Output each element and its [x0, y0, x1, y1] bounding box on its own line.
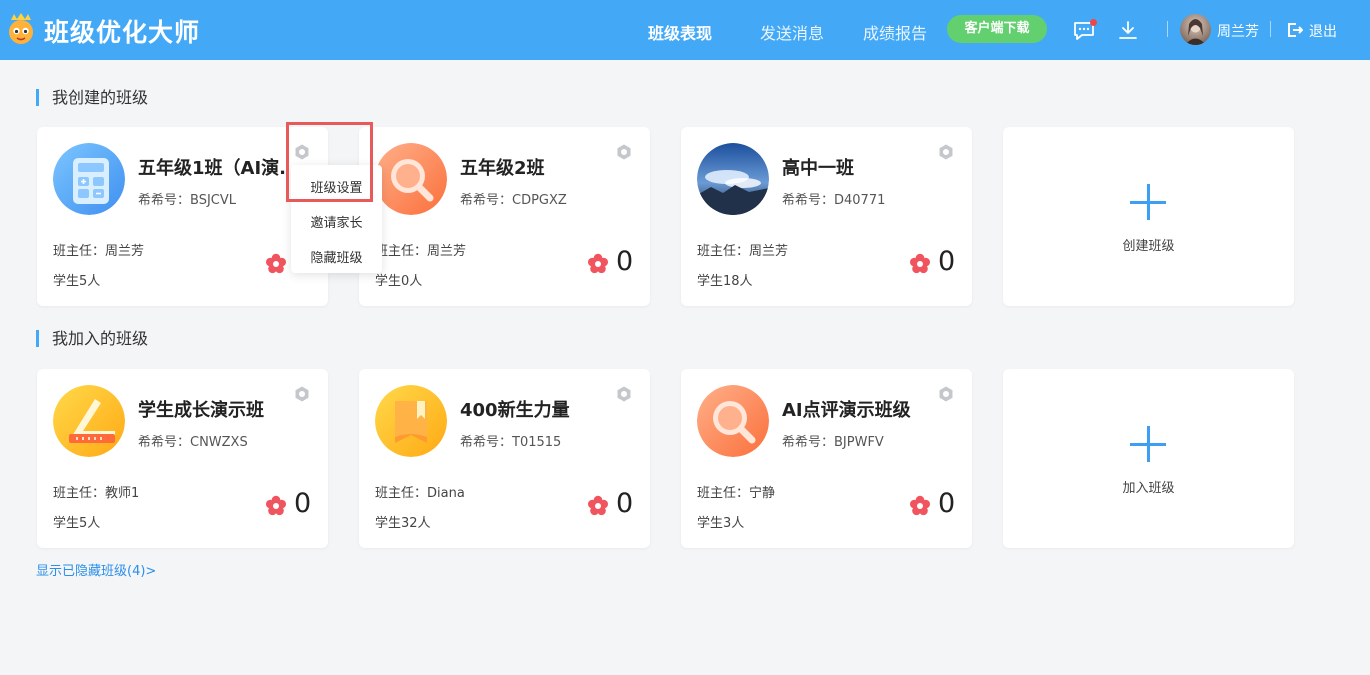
logo-icon — [9, 13, 33, 44]
class-card[interactable]: 高中一班 希希号：D40771 班主任：周兰芳 学生18人 0 — [681, 127, 972, 306]
class-score: 0 — [938, 488, 956, 519]
flower-icon — [266, 253, 286, 274]
menu-item-hide-class[interactable]: 隐藏班级 — [291, 247, 382, 266]
class-teacher: 班主任：周兰芳 — [697, 244, 789, 259]
calculator-icon — [53, 143, 125, 215]
magnifier-icon — [697, 385, 769, 457]
class-code: 希希号：CNWZXS — [138, 435, 248, 450]
landscape-photo — [697, 143, 769, 215]
logout-icon[interactable] — [1286, 21, 1304, 39]
class-name: 400新生力量 — [460, 400, 570, 421]
create-class-label: 创建班级 — [1122, 239, 1175, 254]
class-teacher: 班主任：周兰芳 — [375, 244, 467, 259]
class-card[interactable]: 五年级2班 希希号：CDPGXZ 班主任：周兰芳 学生0人 0 — [359, 127, 650, 306]
class-student-count: 学生5人 — [53, 274, 101, 289]
header-divider — [1270, 21, 1271, 37]
show-hidden-classes-link[interactable]: 显示已隐藏班级(4)> — [36, 560, 156, 579]
settings-gear-icon[interactable] — [615, 143, 633, 161]
class-score: 0 — [616, 488, 634, 519]
user-name[interactable]: 周兰芳 — [1217, 21, 1259, 41]
nav-class-performance[interactable]: 班级表现 — [648, 20, 712, 44]
class-student-count: 学生0人 — [375, 274, 423, 289]
flower-icon — [266, 495, 286, 516]
class-teacher: 班主任：周兰芳 — [53, 244, 145, 259]
join-class-label: 加入班级 — [1122, 481, 1175, 496]
class-student-count: 学生18人 — [697, 274, 753, 289]
class-student-count: 学生3人 — [697, 516, 745, 531]
ruler-icon — [53, 385, 125, 457]
class-card[interactable]: 学生成长演示班 希希号：CNWZXS 班主任：教师1 学生5人 0 — [37, 369, 328, 548]
class-code: 希希号：CDPGXZ — [460, 193, 567, 208]
class-code: 希希号：BSJCVL — [138, 193, 236, 208]
joined-classes-title: 我加入的班级 — [36, 330, 148, 347]
menu-item-invite-parents[interactable]: 邀请家长 — [291, 212, 382, 231]
class-student-count: 学生32人 — [375, 516, 431, 531]
settings-gear-icon[interactable] — [293, 385, 311, 403]
class-teacher: 班主任：教师1 — [53, 486, 140, 501]
class-name: 学生成长演示班 — [138, 400, 264, 421]
created-classes-title: 我创建的班级 — [36, 89, 148, 106]
top-header: 班级优化大师 班级表现 发送消息 成绩报告 客户端下载 周兰芳 退出 — [0, 0, 1370, 60]
nav-grade-report[interactable]: 成绩报告 — [863, 20, 927, 44]
class-student-count: 学生5人 — [53, 516, 101, 531]
settings-gear-icon[interactable] — [615, 385, 633, 403]
class-teacher: 班主任：宁静 — [697, 486, 776, 501]
download-icon[interactable] — [1116, 18, 1140, 42]
class-score: 0 — [616, 246, 634, 277]
class-score: 0 — [294, 488, 312, 519]
logout-button[interactable]: 退出 — [1309, 21, 1337, 41]
settings-gear-icon[interactable] — [937, 143, 955, 161]
user-avatar[interactable] — [1180, 14, 1211, 45]
nav-send-message[interactable]: 发送消息 — [760, 20, 824, 44]
flower-icon — [588, 495, 608, 516]
create-class-card[interactable]: 创建班级 — [1003, 127, 1294, 306]
flower-icon — [910, 253, 930, 274]
plus-icon — [1130, 184, 1166, 220]
class-code: 希希号：T01515 — [460, 435, 562, 450]
magnifier-icon — [375, 143, 447, 215]
plus-icon — [1130, 426, 1166, 462]
class-card[interactable]: 五年级1班（AI演... 希希号：BSJCVL 班主任：周兰芳 学生5人 0 — [37, 127, 328, 306]
settings-gear-icon[interactable] — [937, 385, 955, 403]
class-name: 高中一班 — [782, 158, 854, 179]
unread-badge — [1090, 19, 1097, 26]
class-name: AI点评演示班级 — [782, 400, 911, 421]
book-icon — [375, 385, 447, 457]
client-download-button[interactable]: 客户端下载 — [947, 15, 1047, 43]
flower-icon — [910, 495, 930, 516]
class-name: 五年级2班 — [460, 158, 545, 179]
class-card[interactable]: AI点评演示班级 希希号：BJPWFV 班主任：宁静 学生3人 0 — [681, 369, 972, 548]
app-title: 班级优化大师 — [44, 18, 201, 47]
header-divider — [1167, 21, 1168, 37]
class-card[interactable]: 400新生力量 希希号：T01515 班主任：Diana 学生32人 0 — [359, 369, 650, 548]
class-teacher: 班主任：Diana — [375, 486, 465, 501]
class-code: 希希号：BJPWFV — [782, 435, 884, 450]
highlight-annotation — [286, 122, 373, 202]
class-name: 五年级1班（AI演... — [138, 158, 288, 179]
flower-icon — [588, 253, 608, 274]
join-class-card[interactable]: 加入班级 — [1003, 369, 1294, 548]
class-code: 希希号：D40771 — [782, 193, 886, 208]
class-score: 0 — [938, 246, 956, 277]
